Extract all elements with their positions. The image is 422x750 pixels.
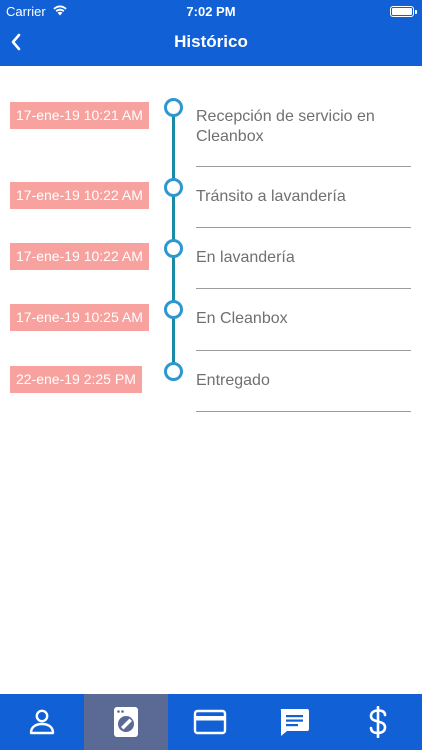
timeline-dot bbox=[164, 362, 183, 381]
date-badge: 17-ene-19 10:22 AM bbox=[10, 182, 149, 209]
status-label: Recepción de servicio en Cleanbox bbox=[196, 108, 375, 145]
divider bbox=[196, 350, 411, 351]
tab-messages[interactable] bbox=[252, 694, 336, 750]
status-label: Tránsito a lavandería bbox=[196, 188, 346, 205]
credit-card-icon bbox=[193, 709, 227, 735]
status-label: Entregado bbox=[196, 372, 270, 389]
divider bbox=[196, 411, 411, 412]
chat-icon bbox=[280, 709, 309, 736]
tab-bar bbox=[0, 694, 422, 750]
status-label: En lavandería bbox=[196, 249, 295, 266]
timeline-entry: 17-ene-19 10:22 AM En lavandería bbox=[0, 239, 422, 301]
timeline-entry: 17-ene-19 10:21 AM Recepción de servicio… bbox=[0, 98, 422, 167]
timeline-entry: 22-ene-19 2:25 PM Entregado bbox=[0, 362, 422, 424]
nav-header: Carrier 7:02 PM Histórico bbox=[0, 0, 422, 66]
dollar-icon bbox=[369, 706, 387, 738]
date-badge: 17-ene-19 10:21 AM bbox=[10, 102, 149, 129]
divider bbox=[196, 227, 411, 228]
date-badge: 17-ene-19 10:25 AM bbox=[10, 304, 149, 331]
tab-laundry[interactable] bbox=[84, 694, 168, 750]
battery-icon bbox=[390, 6, 417, 17]
date-badge: 22-ene-19 2:25 PM bbox=[10, 366, 142, 393]
divider bbox=[196, 288, 411, 289]
timeline-dot bbox=[164, 178, 183, 197]
timeline-entry: 17-ene-19 10:25 AM En Cleanbox bbox=[0, 300, 422, 362]
divider bbox=[196, 166, 411, 167]
status-time: 7:02 PM bbox=[186, 4, 236, 19]
status-label: En Cleanbox bbox=[196, 310, 288, 327]
timeline-entry: 17-ene-19 10:22 AM Tránsito a lavandería bbox=[0, 178, 422, 240]
user-icon bbox=[29, 709, 55, 735]
timeline-dot bbox=[164, 300, 183, 319]
tab-payment[interactable] bbox=[168, 694, 252, 750]
tab-profile[interactable] bbox=[0, 694, 84, 750]
status-bar: Carrier 7:02 PM bbox=[0, 0, 422, 22]
timeline-dot bbox=[164, 239, 183, 258]
page-title: Histórico bbox=[174, 32, 248, 51]
timeline-dot bbox=[164, 98, 183, 117]
tab-pricing[interactable] bbox=[336, 694, 420, 750]
washing-machine-icon bbox=[114, 707, 138, 737]
date-badge: 17-ene-19 10:22 AM bbox=[10, 243, 149, 270]
